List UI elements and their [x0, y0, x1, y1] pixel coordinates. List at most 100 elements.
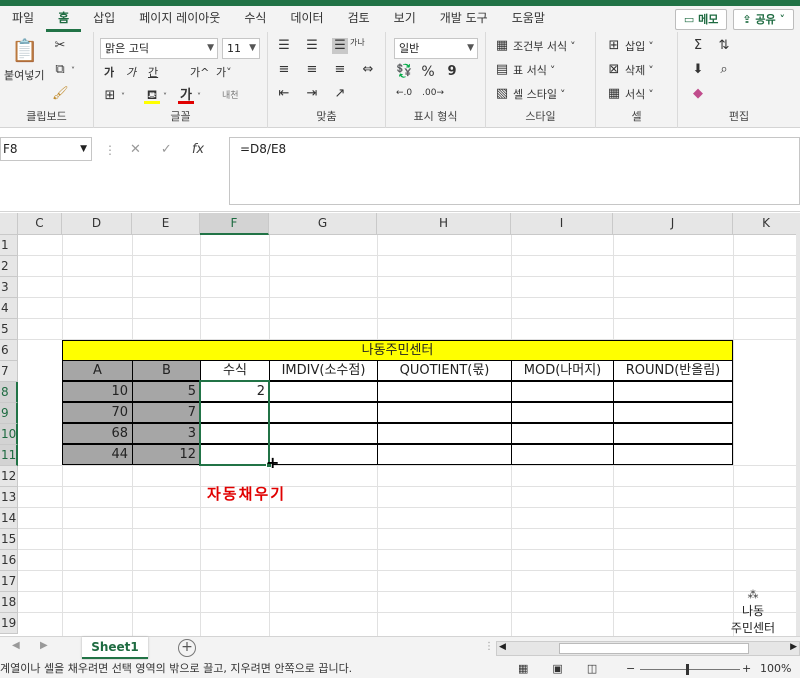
column-header-f[interactable]: F	[200, 213, 269, 235]
tab-insert[interactable]: 삽입	[81, 6, 127, 32]
enter-icon[interactable]: ✓	[161, 142, 172, 157]
row-header-15[interactable]: 15	[0, 529, 18, 550]
fill-icon[interactable]: ⬇	[690, 62, 706, 78]
table-cell[interactable]: 7	[132, 402, 201, 423]
align-middle-icon[interactable]: ☰	[304, 38, 320, 54]
header-cell-quotient[interactable]: QUOTIENT(몫)	[377, 360, 512, 381]
zoom-out-icon[interactable]: −	[626, 660, 635, 678]
column-header-d[interactable]: D	[62, 213, 132, 235]
column-header-g[interactable]: G	[269, 213, 377, 235]
cell-styles-button[interactable]: ▧ 셀 스타일 ˅	[494, 86, 566, 102]
formula-input[interactable]: =D8/E8	[229, 137, 800, 205]
table-cell[interactable]	[613, 444, 733, 465]
merge-cells-icon[interactable]: ⇔	[360, 62, 376, 78]
tab-help[interactable]: 도움말	[500, 6, 557, 32]
row-header-1[interactable]: 1	[0, 235, 18, 256]
cut-button[interactable]: ✂	[52, 38, 68, 54]
column-header-i[interactable]: I	[511, 213, 613, 235]
tab-home[interactable]: 홈	[46, 6, 82, 32]
currency-icon[interactable]: 💱	[396, 64, 412, 80]
table-cell[interactable]	[377, 402, 512, 423]
underline-button[interactable]: 간	[148, 64, 158, 80]
column-header-c[interactable]: C	[18, 213, 62, 235]
sheet-tab-sheet1[interactable]: Sheet1	[82, 637, 148, 659]
format-as-table-button[interactable]: ▤ 표 서식 ˅	[494, 62, 556, 78]
normal-view-icon[interactable]: ▦	[518, 660, 528, 678]
table-cell[interactable]: 12	[132, 444, 201, 465]
tab-formulas[interactable]: 수식	[232, 6, 278, 32]
insert-function-icon[interactable]: fx	[192, 142, 204, 157]
zoom-in-icon[interactable]: +	[742, 660, 751, 678]
table-cell[interactable]	[613, 402, 733, 423]
table-cell[interactable]	[269, 381, 378, 402]
bold-button[interactable]: 가	[104, 64, 114, 80]
column-header-h[interactable]: H	[377, 213, 511, 235]
row-header-14[interactable]: 14	[0, 508, 18, 529]
table-cell[interactable]	[511, 444, 614, 465]
table-cell[interactable]	[269, 444, 378, 465]
zoom-slider[interactable]	[640, 669, 740, 670]
align-center-icon[interactable]: ≡	[304, 62, 320, 78]
table-cell[interactable]	[269, 402, 378, 423]
insert-cells-button[interactable]: ⊞ 삽입 ˅	[606, 38, 654, 54]
table-cell[interactable]	[377, 444, 512, 465]
format-cells-button[interactable]: ▦ 서식 ˅	[606, 86, 654, 102]
paste-button[interactable]: 📋 붙여넣기	[4, 38, 44, 83]
share-button[interactable]: ⇪ 공유 ˅	[733, 9, 794, 30]
column-header-e[interactable]: E	[132, 213, 200, 235]
column-header-j[interactable]: J	[613, 213, 733, 235]
copy-button[interactable]: ⧉ ˅	[52, 62, 75, 78]
align-bottom-icon[interactable]: ☰	[332, 38, 348, 54]
name-box[interactable]: F8 ▼	[0, 137, 92, 161]
tab-developer[interactable]: 개발 도구	[428, 6, 500, 32]
conditional-format-button[interactable]: ▦ 조건부 서식 ˅	[494, 38, 576, 54]
table-cell[interactable]: 70	[62, 402, 133, 423]
autosum-icon[interactable]: Σ	[690, 38, 706, 54]
header-cell-round[interactable]: ROUND(반올림)	[613, 360, 733, 381]
horizontal-scrollbar[interactable]: ◀ ▶	[496, 641, 800, 656]
scroll-right-icon[interactable]: ▶	[790, 642, 797, 652]
prev-sheet-icon[interactable]: ◀	[12, 640, 20, 651]
sort-filter-icon[interactable]: ⇅	[716, 38, 732, 54]
font-name-select[interactable]: 맑은 고딕 ▼	[100, 38, 218, 59]
table-cell[interactable]	[511, 423, 614, 444]
decrease-indent-icon[interactable]: ⇤	[276, 86, 292, 102]
decrease-decimal-icon[interactable]: .00→	[422, 88, 444, 98]
row-header-8[interactable]: 8	[0, 382, 18, 403]
font-grow-button[interactable]: 가^	[190, 64, 209, 80]
header-cell-b[interactable]: B	[132, 360, 201, 381]
tab-split-icon[interactable]: ⋮	[484, 641, 494, 652]
table-cell[interactable]	[613, 423, 733, 444]
memo-button[interactable]: ▭ 메모	[674, 9, 728, 30]
row-header-12[interactable]: 12	[0, 466, 18, 487]
row-header-13[interactable]: 13	[0, 487, 18, 508]
row-header-9[interactable]: 9	[0, 403, 18, 424]
percent-button[interactable]: %	[420, 64, 436, 80]
row-header-10[interactable]: 10	[0, 424, 18, 445]
cancel-icon[interactable]: ✕	[130, 142, 141, 157]
tab-data[interactable]: 데이터	[278, 6, 335, 32]
font-shrink-button[interactable]: 가˅	[216, 64, 232, 80]
page-break-view-icon[interactable]: ◫	[587, 660, 597, 678]
align-left-icon[interactable]: ≡	[276, 62, 292, 78]
phonetic-button[interactable]: 내천	[222, 88, 239, 101]
format-painter-button[interactable]: 🖌	[52, 86, 69, 102]
table-cell[interactable]: 10	[62, 381, 133, 402]
header-cell-formula[interactable]: 수식	[200, 360, 270, 381]
align-right-icon[interactable]: ≡	[332, 62, 348, 78]
increase-indent-icon[interactable]: ⇥	[304, 86, 320, 102]
number-format-select[interactable]: 일반 ▼	[394, 38, 478, 59]
header-cell-mod[interactable]: MOD(나머지)	[511, 360, 614, 381]
eraser-icon[interactable]: ◆	[690, 86, 706, 102]
row-header-11[interactable]: 11	[0, 445, 18, 466]
row-header-19[interactable]: 19	[0, 613, 18, 634]
select-all-corner[interactable]	[0, 213, 18, 235]
scroll-left-icon[interactable]: ◀	[499, 642, 506, 652]
tab-page-layout[interactable]: 페이지 레이아웃	[127, 6, 232, 32]
table-cell[interactable]	[377, 381, 512, 402]
table-title[interactable]: 나동주민센터	[62, 340, 733, 361]
tab-review[interactable]: 검토	[336, 6, 382, 32]
add-sheet-icon[interactable]: +	[178, 639, 196, 657]
table-cell[interactable]: 3	[132, 423, 201, 444]
table-cell[interactable]	[511, 381, 614, 402]
